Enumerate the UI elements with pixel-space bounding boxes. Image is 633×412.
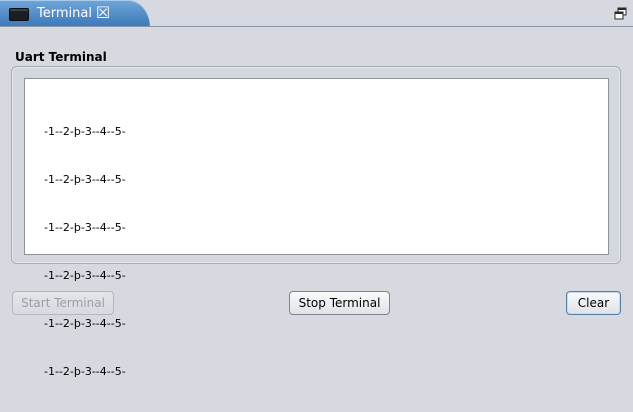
panel-label: Uart Terminal	[15, 50, 107, 64]
clear-button[interactable]: Clear	[566, 291, 621, 315]
terminal-line: -1--2-þ-3--4--5-	[44, 269, 126, 282]
tab-title: Terminal	[37, 6, 92, 21]
tab-bar-divider	[0, 26, 633, 27]
terminal-line: -1--2-þ-3--4--5-	[44, 221, 126, 234]
terminal-line: -1--2-þ-3--4--5-	[44, 365, 126, 378]
terminal-output-area[interactable]: -1--2-þ-3--4--5- -1--2-þ-3--4--5- -1--2-…	[24, 78, 609, 378]
start-terminal-button[interactable]: Start Terminal	[12, 291, 114, 315]
terminal-line: -1--2-þ-3--4--5-	[44, 125, 126, 138]
terminal-window-icon	[9, 8, 29, 21]
tab-terminal[interactable]: Terminal ☒	[0, 0, 150, 27]
close-icon[interactable]: ☒	[95, 5, 111, 21]
terminal-line: -1--2-þ-3--4--5-	[44, 317, 126, 330]
stop-terminal-button[interactable]: Stop Terminal	[289, 291, 390, 315]
tab-bar: Terminal ☒	[0, 0, 633, 27]
restore-window-icon[interactable]	[613, 6, 629, 22]
terminal-line: -1--2-þ-3--4--5-	[44, 173, 126, 186]
terminal-output: -1--2-þ-3--4--5- -1--2-þ-3--4--5- -1--2-…	[44, 92, 126, 412]
